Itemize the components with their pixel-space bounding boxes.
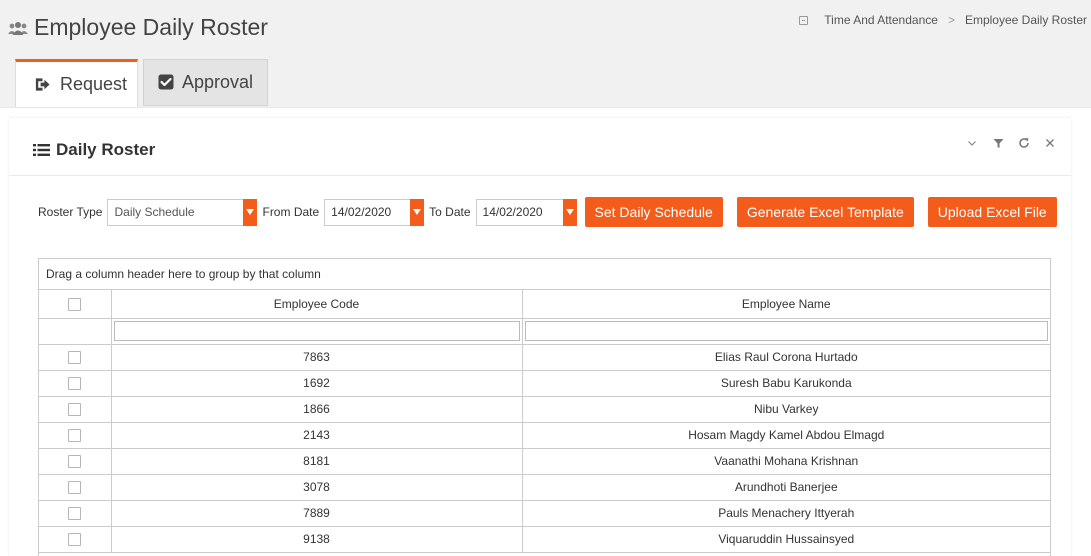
page-title: Employee Daily Roster <box>34 14 268 40</box>
table-row[interactable]: 1692 Suresh Babu Karukonda <box>39 370 1050 397</box>
employee-code-cell: 7889 <box>111 500 523 527</box>
filter-icon[interactable] <box>991 136 1005 150</box>
employee-code-cell: 2143 <box>111 422 523 449</box>
employee-name-cell: Viquaruddin Hussainsyed <box>522 526 1050 553</box>
tab-request-label: Request <box>60 74 128 94</box>
filter-row-grid <box>39 318 1050 345</box>
table-row[interactable]: 9138 Viquaruddin Hussainsyed <box>39 526 1050 553</box>
chevron-down-icon[interactable] <box>965 136 979 150</box>
table-row[interactable]: 2143 Hosam Magdy Kamel Abdou Elmagd <box>39 422 1050 449</box>
employee-code-cell: 8181 <box>111 448 523 475</box>
filter-cell-code <box>111 318 523 345</box>
tab-bar: Request Approval <box>15 59 268 107</box>
sign-out-icon <box>34 76 51 93</box>
tab-request[interactable]: Request <box>15 59 138 107</box>
roster-table: Employee Code Employee Name 7863 Elias Ra… <box>39 290 1050 553</box>
panel-title-wrap: Daily Roster <box>33 140 155 160</box>
row-select-cell <box>39 474 112 501</box>
breadcrumb-item-time-and-attendance[interactable]: Time And Attendance <box>824 13 938 27</box>
generate-excel-template-button[interactable]: Generate Excel Template <box>736 197 914 227</box>
row-select-cell <box>39 422 112 449</box>
panel-title: Daily Roster <box>56 140 156 159</box>
to-date-picker[interactable]: 14/02/2020 <box>475 198 577 226</box>
checkbox-icon <box>158 74 174 91</box>
column-header-employee-code[interactable]: Employee Code <box>111 290 523 319</box>
table-row[interactable]: 1866 Nibu Varkey <box>39 396 1050 423</box>
roster-type-value: Daily Schedule <box>114 205 195 219</box>
tab-approval-label: Approval <box>182 72 254 92</box>
employee-code-cell: 1866 <box>111 396 523 423</box>
table-row[interactable]: 8181 Vaanathi Mohana Krishnan <box>39 448 1050 475</box>
table-row[interactable]: 3078 Arundhoti Banerjee <box>39 474 1050 501</box>
close-icon[interactable] <box>1043 136 1057 150</box>
employee-name-cell: Elias Raul Corona Hurtado <box>522 344 1050 371</box>
group-by-drop-zone[interactable]: Drag a column header here to group by th… <box>39 259 1050 290</box>
from-date-label: From Date <box>262 205 320 219</box>
employee-code-cell: 7863 <box>111 344 523 371</box>
set-daily-schedule-button[interactable]: Set Daily Schedule <box>584 197 723 227</box>
page-title-wrap: Employee Daily Roster <box>6 14 268 41</box>
table-row[interactable]: 7863 Elias Raul Corona Hurtado <box>39 344 1050 371</box>
page-header: Employee Daily Roster Time And Attendanc… <box>0 0 1091 58</box>
filter-cell-name <box>522 318 1050 345</box>
table-header-row: Employee Code Employee Name <box>39 290 1050 319</box>
panel-tools <box>965 136 1057 150</box>
home-icon[interactable] <box>799 15 809 25</box>
employee-name-filter-input[interactable] <box>524 321 1048 341</box>
employee-code-filter-input[interactable] <box>113 321 520 341</box>
row-select-cell <box>39 344 112 371</box>
employee-name-cell: Vaanathi Mohana Krishnan <box>522 448 1050 475</box>
row-checkbox[interactable] <box>68 377 82 391</box>
from-date-picker[interactable]: 14/02/2020 <box>324 198 425 226</box>
table-row[interactable]: 7889 Pauls Menachery Ittyerah <box>39 500 1050 527</box>
row-select-cell <box>39 448 112 475</box>
roster-type-label: Roster Type <box>38 205 103 219</box>
dropdown-arrow-icon[interactable] <box>410 198 425 226</box>
row-select-cell <box>39 526 112 553</box>
roster-type-select[interactable]: Daily Schedule <box>107 198 258 226</box>
employee-code-cell: 1692 <box>111 370 523 397</box>
employee-name-cell: Hosam Magdy Kamel Abdou Elmagd <box>522 422 1050 449</box>
breadcrumb: Time And Attendance > Employee Daily Ros… <box>799 13 1087 27</box>
dropdown-arrow-icon[interactable] <box>562 198 577 226</box>
breadcrumb-item-employee-daily-roster: Employee Daily Roster <box>964 13 1087 27</box>
to-date-value: 14/02/2020 <box>482 205 543 219</box>
breadcrumb-separator: > <box>947 13 955 27</box>
row-checkbox[interactable] <box>68 533 82 547</box>
table-body: 7863 Elias Raul Corona Hurtado 1692 Suresh … <box>39 344 1050 553</box>
employee-code-cell: 9138 <box>111 526 523 553</box>
from-date-value: 14/02/2020 <box>331 205 392 219</box>
employee-name-cell: Suresh Babu Karukonda <box>522 370 1050 397</box>
row-checkbox[interactable] <box>68 507 82 521</box>
employee-name-cell: Nibu Varkey <box>522 396 1050 423</box>
dropdown-arrow-icon[interactable] <box>243 198 258 226</box>
filter-row: Roster Type Daily Schedule From Date 14/… <box>38 197 1057 227</box>
employee-name-cell: Pauls Menachery Ittyerah <box>522 500 1050 527</box>
employee-code-cell: 3078 <box>111 474 523 501</box>
row-checkbox[interactable] <box>68 481 82 495</box>
upload-excel-file-button[interactable]: Upload Excel File <box>927 197 1057 227</box>
row-checkbox[interactable] <box>68 351 82 365</box>
column-header-employee-name[interactable]: Employee Name <box>522 290 1050 319</box>
row-select-cell <box>39 370 112 397</box>
select-all-checkbox[interactable] <box>68 297 82 311</box>
daily-roster-panel: Daily Roster Roster Type Daily Schedule … <box>9 118 1071 556</box>
employee-name-cell: Arundhoti Banerjee <box>522 474 1050 501</box>
roster-grid: Drag a column header here to group by th… <box>38 258 1051 556</box>
users-icon <box>6 20 30 36</box>
row-checkbox[interactable] <box>68 455 82 469</box>
filter-cell-empty <box>39 318 112 345</box>
list-icon <box>33 143 50 157</box>
row-checkbox[interactable] <box>68 429 82 443</box>
row-select-cell <box>39 500 112 527</box>
row-checkbox[interactable] <box>68 403 82 417</box>
row-select-cell <box>39 396 112 423</box>
panel-header: Daily Roster <box>9 118 1071 176</box>
refresh-icon[interactable] <box>1017 136 1031 150</box>
to-date-label: To Date <box>429 205 471 219</box>
select-all-cell <box>39 290 112 319</box>
tab-approval[interactable]: Approval <box>143 59 268 106</box>
